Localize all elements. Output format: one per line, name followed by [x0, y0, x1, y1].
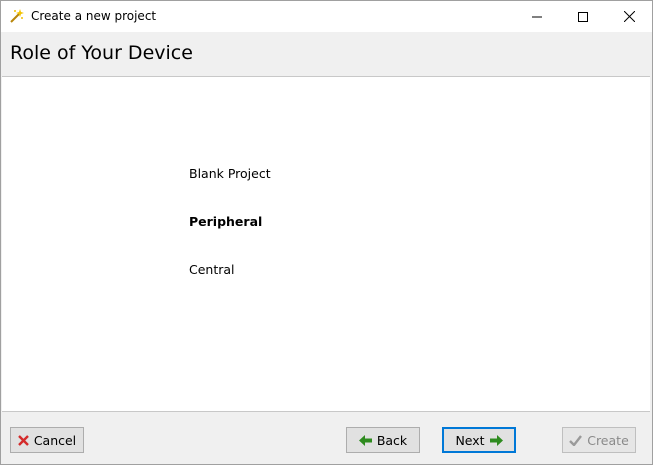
minimize-button[interactable] — [514, 1, 560, 32]
x-icon — [17, 434, 29, 446]
cancel-button[interactable]: Cancel — [10, 427, 84, 453]
title-bar[interactable]: Create a new project — [1, 1, 652, 32]
checkmark-icon — [569, 434, 583, 446]
create-button[interactable]: Create — [562, 427, 636, 453]
arrow-left-icon — [358, 434, 372, 446]
wand-icon — [9, 8, 25, 24]
close-button[interactable] — [606, 1, 652, 32]
new-project-dialog: Create a new project Role of Your Device… — [0, 0, 653, 465]
cancel-label: Cancel — [33, 432, 77, 448]
role-options-panel: Blank Project Peripheral Central — [2, 76, 650, 412]
page-title: Role of Your Device — [10, 42, 193, 64]
back-label: Back — [376, 432, 408, 448]
option-peripheral[interactable]: Peripheral — [189, 214, 262, 229]
maximize-button[interactable] — [560, 1, 606, 32]
window-title: Create a new project — [31, 9, 157, 23]
close-icon — [623, 7, 635, 26]
option-blank-project[interactable]: Blank Project — [189, 166, 271, 181]
maximize-icon — [578, 7, 588, 26]
next-button[interactable]: Next — [442, 427, 516, 453]
back-button[interactable]: Back — [346, 427, 420, 453]
page-header: Role of Your Device — [1, 32, 652, 76]
option-central[interactable]: Central — [189, 262, 235, 277]
next-label: Next — [455, 432, 485, 448]
minimize-icon — [532, 7, 542, 26]
create-label: Create — [587, 432, 629, 448]
arrow-right-icon — [489, 434, 503, 446]
